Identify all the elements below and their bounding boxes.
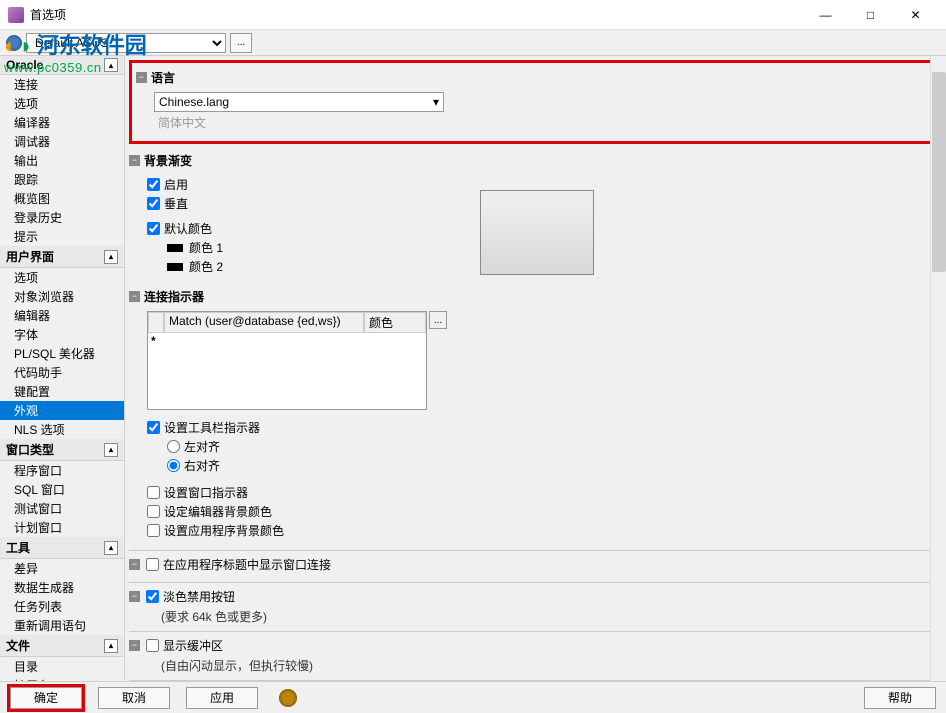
vertical-checkbox[interactable] [147,197,160,210]
background-section: − 背景渐变 启用 垂直 默认颜色 颜色 1 颜色 2 [129,150,942,280]
buffer-desc: (自由闪动显示，但执行较慢) [129,657,942,674]
buffer-section: − 显示缓冲区 (自由闪动显示，但执行较慢) [129,634,942,674]
enable-checkbox[interactable] [147,178,160,191]
sidebar-item[interactable]: 扩展名 [0,676,124,681]
collapse-icon[interactable]: − [129,640,140,651]
profile-icon [6,35,22,51]
sidebar-item[interactable]: 差异 [0,559,124,578]
sidebar-item[interactable]: 计划窗口 [0,518,124,537]
sidebar-item[interactable]: 键配置 [0,382,124,401]
sidebar-item[interactable]: 编译器 [0,113,124,132]
mascot-icon[interactable] [279,689,297,707]
chevron-up-icon: ▴ [104,443,118,457]
sidebar-item[interactable]: 目录 [0,657,124,676]
maximize-button[interactable]: □ [848,0,893,29]
sidebar-item[interactable]: 提示 [0,227,124,246]
new-row-marker[interactable]: * [148,333,426,349]
language-combo[interactable]: Chinese.lang▾ [154,92,444,112]
toolbar: Default ASUS ... [0,30,946,56]
light-button-checkbox[interactable] [146,590,159,603]
scrollbar[interactable] [930,56,946,681]
ok-button[interactable]: 确定 [10,687,82,709]
collapse-icon[interactable]: − [129,155,140,166]
profile-combo[interactable]: Default ASUS [26,33,226,53]
language-section: − 语言 Chinese.lang▾ 简体中文 [129,60,942,144]
connection-table[interactable]: Match (user@database {ed,ws}) 颜色 * [147,311,427,410]
sidebar-item[interactable]: 代码助手 [0,363,124,382]
collapse-icon[interactable]: − [136,72,147,83]
color2-swatch[interactable] [167,263,183,271]
titlebar: 首选项 — □ ✕ [0,0,946,30]
sidebar-item[interactable]: 连接 [0,75,124,94]
default-color-checkbox[interactable] [147,222,160,235]
more-button[interactable]: ... [230,33,252,53]
sidebar: Oracle▴连接选项编译器调试器输出跟踪概览图登录历史提示用户界面▴选项对象浏… [0,56,125,681]
sidebar-item[interactable]: 概览图 [0,189,124,208]
chevron-up-icon: ▴ [104,639,118,653]
light-button-section: − 淡色禁用按钮 (要求 64k 色或更多) [129,585,942,625]
connection-indicator-section: − 连接指示器 Match (user@database {ed,ws}) 颜色… [129,286,942,544]
collapse-icon[interactable]: − [129,559,140,570]
footer: 确定 取消 应用 帮助 [0,681,946,713]
sidebar-item[interactable]: 跟踪 [0,170,124,189]
sidebar-item[interactable]: 数据生成器 [0,578,124,597]
sidebar-category[interactable]: 工具▴ [0,537,124,559]
sidebar-item[interactable]: 重新调用语句 [0,616,124,635]
ellipsis-button[interactable]: ... [429,311,447,329]
align-left-radio[interactable] [167,440,180,453]
content-panel: − 语言 Chinese.lang▾ 简体中文 − 背景渐变 启用 垂直 [125,56,946,681]
collapse-icon[interactable]: − [129,291,140,302]
app-icon [8,7,24,23]
collapse-icon[interactable]: − [129,591,140,602]
sidebar-item[interactable]: 任务列表 [0,597,124,616]
sidebar-item[interactable]: 测试窗口 [0,499,124,518]
sidebar-item[interactable]: 字体 [0,325,124,344]
sidebar-item[interactable]: 编辑器 [0,306,124,325]
chevron-up-icon: ▴ [104,58,118,72]
table-header-match: Match (user@database {ed,ws}) [164,312,364,333]
section-title: 语言 [151,69,175,86]
cancel-button[interactable]: 取消 [98,687,170,709]
language-desc: 简体中文 [154,114,931,131]
sidebar-item[interactable]: 输出 [0,151,124,170]
table-header-color: 颜色 [364,312,426,333]
sidebar-item[interactable]: PL/SQL 美化器 [0,344,124,363]
light-button-desc: (要求 64k 色或更多) [129,608,942,625]
sidebar-item[interactable]: 程序窗口 [0,461,124,480]
close-button[interactable]: ✕ [893,0,938,29]
align-right-radio[interactable] [167,459,180,472]
sidebar-item[interactable]: 调试器 [0,132,124,151]
sidebar-item[interactable]: 对象浏览器 [0,287,124,306]
sidebar-item[interactable]: 选项 [0,268,124,287]
sidebar-item[interactable]: 外观 [0,401,124,420]
app-title-checkbox[interactable] [146,558,159,571]
color1-swatch[interactable] [167,244,183,252]
help-button[interactable]: 帮助 [864,687,936,709]
gradient-preview [480,190,594,275]
sidebar-item[interactable]: 登录历史 [0,208,124,227]
section-title: 背景渐变 [144,152,192,169]
sidebar-item[interactable]: NLS 选项 [0,420,124,439]
app-title-section: − 在应用程序标题中显示窗口连接 [129,553,942,576]
window-title: 首选项 [30,6,803,23]
apply-button[interactable]: 应用 [186,687,258,709]
buffer-checkbox[interactable] [146,639,159,652]
chevron-up-icon: ▴ [104,250,118,264]
minimize-button[interactable]: — [803,0,848,29]
chevron-up-icon: ▴ [104,541,118,555]
window-indicator-checkbox[interactable] [147,486,160,499]
section-title: 连接指示器 [144,288,204,305]
editor-bg-checkbox[interactable] [147,505,160,518]
sidebar-category[interactable]: 用户界面▴ [0,246,124,268]
sidebar-category[interactable]: Oracle▴ [0,56,124,75]
sidebar-item[interactable]: 选项 [0,94,124,113]
sidebar-category[interactable]: 文件▴ [0,635,124,657]
app-bg-checkbox[interactable] [147,524,160,537]
sidebar-item[interactable]: SQL 窗口 [0,480,124,499]
toolbar-indicator-checkbox[interactable] [147,421,160,434]
sidebar-category[interactable]: 窗口类型▴ [0,439,124,461]
